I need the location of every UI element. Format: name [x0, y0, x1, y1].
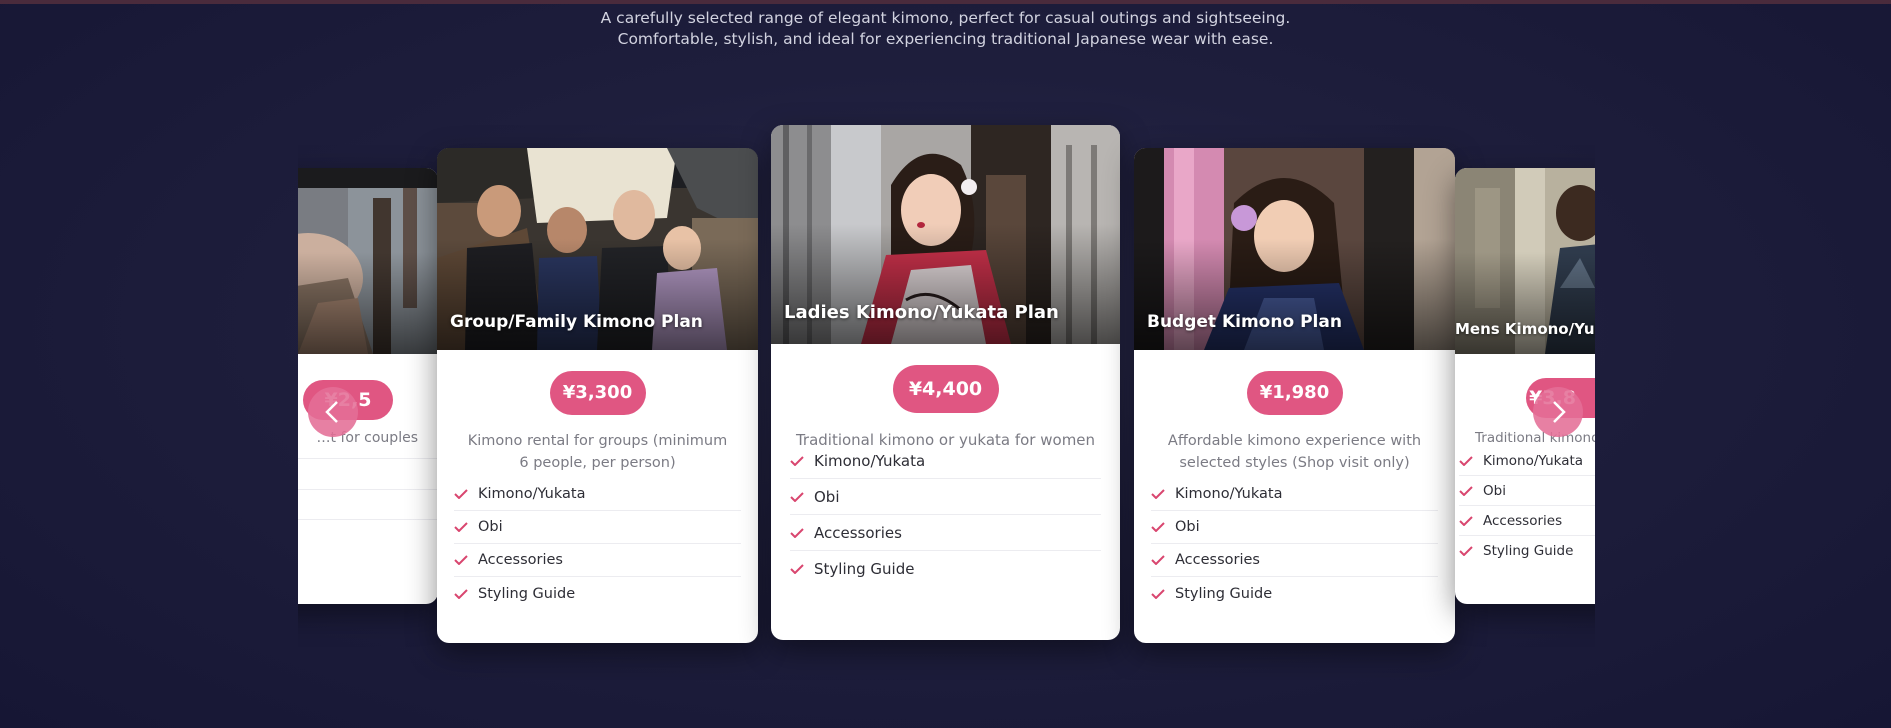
check-icon	[454, 588, 468, 599]
plan-feature: Obi	[1459, 476, 1595, 506]
check-icon	[454, 489, 468, 499]
plan-description: …t for couples	[316, 430, 418, 446]
plan-feature: Obi	[1151, 511, 1438, 544]
plan-feature	[298, 490, 438, 520]
plan-feature: Kimono/Yukata	[1459, 446, 1595, 476]
plan-feature: Kimono/Yukata	[454, 478, 741, 511]
chevron-left-icon	[325, 401, 338, 423]
plan-feature: Styling Guide	[1151, 577, 1438, 610]
plan-feature: Accessories	[1151, 544, 1438, 577]
plan-features: Kimono/Yukata Obi Accessories Styling Gu…	[1459, 446, 1595, 566]
check-icon	[454, 522, 468, 532]
plan-price: ¥3,300	[549, 371, 646, 415]
plan-title: Mens Kimono/Yukata Plan	[1455, 320, 1595, 338]
plan-feature: Accessories	[790, 515, 1101, 551]
check-icon	[790, 455, 804, 466]
check-icon	[1459, 455, 1473, 466]
plan-photo: Ladies Kimono/Yukata Plan	[771, 125, 1120, 344]
check-icon	[790, 527, 804, 538]
plan-carousel: ¥2,5 …t for couples	[298, 100, 1595, 680]
plan-card-partial-left[interactable]: ¥2,5 …t for couples	[298, 168, 438, 604]
check-icon	[454, 555, 468, 565]
plan-card-group-family[interactable]: Group/Family Kimono Plan ¥3,300 Kimono r…	[437, 148, 758, 643]
plan-description: Traditional kimono	[1475, 430, 1595, 446]
plan-feature: Kimono/Yukata	[790, 443, 1101, 479]
plan-photo: Budget Kimono Plan	[1134, 148, 1455, 350]
plan-card-partial-right[interactable]: Mens Kimono/Yukata Plan ¥3,8 Traditional…	[1455, 168, 1595, 604]
plan-feature: Accessories	[1459, 506, 1595, 536]
plan-price: ¥4,400	[892, 365, 999, 413]
plan-feature	[298, 520, 438, 550]
plan-description: Kimono rental for groups (minimum 6 peop…	[467, 433, 728, 471]
plan-photo: Mens Kimono/Yukata Plan	[1455, 168, 1595, 354]
subtitle-line-2: Comfortable, stylish, and ideal for expe…	[617, 30, 1274, 48]
chevron-right-icon	[1553, 401, 1566, 423]
carousel-next-button[interactable]	[1533, 387, 1583, 437]
plan-description: Affordable kimono experience with select…	[1167, 433, 1422, 471]
plan-photo: Group/Family Kimono Plan	[437, 148, 758, 350]
check-icon	[1151, 588, 1165, 599]
plan-features: Kimono/Yukata Obi Accessories Styling Gu…	[790, 443, 1101, 587]
plan-feature: Styling Guide	[790, 551, 1101, 587]
plan-title: Budget Kimono Plan	[1147, 312, 1342, 332]
plan-feature: Styling Guide	[1459, 536, 1595, 566]
check-icon	[1459, 546, 1473, 556]
plan-feature: Obi	[454, 511, 741, 544]
plan-title: Group/Family Kimono Plan	[450, 312, 703, 332]
plan-feature: Kimono/Yukata	[1151, 478, 1438, 511]
plan-feature: Accessories	[454, 544, 741, 577]
plan-features	[298, 458, 438, 550]
plan-feature: Styling Guide	[454, 577, 741, 610]
check-icon	[1151, 489, 1165, 499]
plan-feature	[298, 458, 438, 490]
plan-price: ¥1,980	[1246, 371, 1343, 415]
plan-features: Kimono/Yukata Obi Accessories Styling Gu…	[1151, 478, 1438, 610]
plan-card-budget[interactable]: Budget Kimono Plan ¥1,980 Affordable kim…	[1134, 148, 1455, 643]
check-icon	[1459, 515, 1473, 526]
check-icon	[1151, 555, 1165, 565]
check-icon	[790, 491, 804, 502]
plan-feature: Obi	[790, 479, 1101, 515]
plan-card-ladies[interactable]: Ladies Kimono/Yukata Plan ¥4,400 Traditi…	[771, 125, 1120, 640]
plan-title: Ladies Kimono/Yukata Plan	[784, 302, 1059, 323]
top-strip	[0, 0, 1891, 4]
check-icon	[1459, 485, 1473, 496]
section-subtitle: A carefully selected range of elegant ki…	[0, 8, 1891, 50]
plan-photo	[298, 168, 438, 354]
plan-features: Kimono/Yukata Obi Accessories Styling Gu…	[454, 478, 741, 610]
carousel-prev-button[interactable]	[308, 387, 358, 437]
subtitle-line-1: A carefully selected range of elegant ki…	[600, 9, 1291, 27]
check-icon	[790, 564, 804, 574]
check-icon	[1151, 522, 1165, 532]
